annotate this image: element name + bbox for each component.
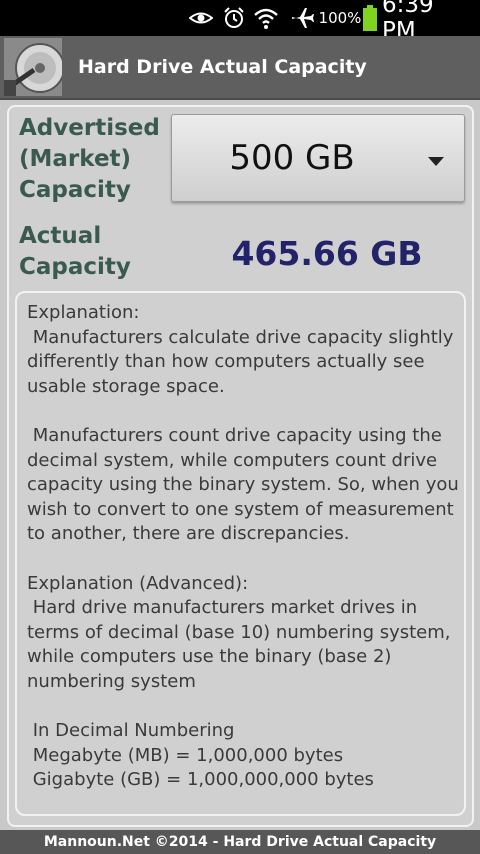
status-bar: 100% 6:39 PM [0,0,480,44]
dropdown-arrow-icon [428,152,444,171]
airplane-icon [288,0,316,36]
actual-capacity-label: Actual Capacity [19,223,131,280]
alarm-icon [222,0,246,36]
battery-percent: 100% [318,9,362,27]
eye-icon [188,0,214,36]
capacity-dropdown[interactable]: 500 GB [171,114,465,202]
explanation-text: Explanation: Manufacturers calculate dri… [27,302,459,791]
hard-drive-icon[interactable] [4,38,62,96]
capacity-dropdown-value: 500 GB [229,138,355,178]
calculator-panel: Advertised (Market) Capacity 500 GB Actu… [7,105,474,827]
advertised-capacity-label: Advertised (Market) Capacity [19,115,160,203]
app-title-bar: Hard Drive Actual Capacity [0,36,480,100]
clock-time: 6:39 PM [382,0,434,44]
explanation-scroll-box[interactable]: Explanation: Manufacturers calculate dri… [15,291,466,816]
wifi-icon [252,0,280,36]
actual-capacity-value: 465.66 GB [231,234,423,273]
app-title: Hard Drive Actual Capacity [78,56,367,78]
footer-credit: Mannoun.Net ©2014 - Hard Drive Actual Ca… [0,830,480,854]
battery-icon [362,0,378,36]
